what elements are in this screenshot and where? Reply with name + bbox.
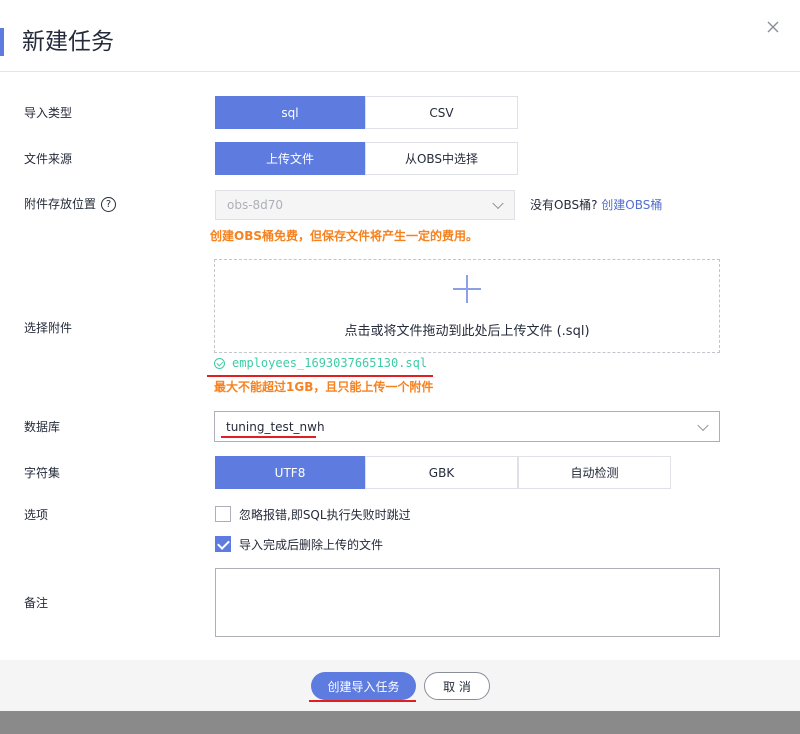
database-underline-annotation <box>221 436 316 438</box>
remark-label: 备注 <box>24 596 49 610</box>
ignore-errors-label[interactable]: 忽略报错,即SQL执行失败时跳过 <box>239 507 411 523</box>
help-icon[interactable]: ? <box>101 197 117 212</box>
import-type-label: 导入类型 <box>24 106 73 120</box>
dialog-title: 新建任务 <box>22 29 114 55</box>
plus-icon <box>453 288 481 290</box>
uploaded-file-name: employees_1693037665130.sql <box>232 356 428 370</box>
file-underline-annotation <box>207 375 433 377</box>
remark-textarea[interactable] <box>215 568 720 637</box>
chevron-down-icon <box>697 419 709 431</box>
upload-drop-zone[interactable]: 点击或将文件拖动到此处后上传文件 (.sql) <box>214 259 720 353</box>
file-source-option-upload[interactable]: 上传文件 <box>215 142 365 175</box>
ignore-errors-checkbox[interactable] <box>215 506 231 522</box>
storage-location-label-text: 附件存放位置 <box>24 197 97 211</box>
charset-option-auto-detect[interactable]: 自动检测 <box>518 456 671 489</box>
charset-option-utf8[interactable]: UTF8 <box>215 456 365 489</box>
attachment-size-notice: 最大不能超过1GB，且只能上传一个附件 <box>214 380 434 394</box>
file-source-option-obs[interactable]: 从OBS中选择 <box>365 142 518 175</box>
database-value: tuning_test_nwh <box>226 419 325 434</box>
cancel-button[interactable]: 取 消 <box>424 672 490 700</box>
delete-after-import-checkbox[interactable] <box>215 536 231 552</box>
check-circle-icon <box>214 357 225 369</box>
delete-after-import-label[interactable]: 导入完成后删除上传的文件 <box>239 537 383 553</box>
import-type-option-csv[interactable]: CSV <box>365 96 518 129</box>
uploaded-file-item: employees_1693037665130.sql <box>214 356 427 370</box>
storage-bucket-select: obs-8d70 <box>215 190 515 220</box>
chevron-down-icon <box>492 197 504 210</box>
new-task-dialog: 新建任务 导入类型 sql CSV 文件来源 上传文件 从OBS中选择 附件存放… <box>0 0 800 711</box>
no-bucket-hint: 没有OBS桶? 创建OBS桶 <box>530 197 662 213</box>
create-import-task-button[interactable]: 创建导入任务 <box>311 672 416 700</box>
options-label: 选项 <box>24 508 49 522</box>
header-accent-bar <box>0 28 4 56</box>
dialog-header: 新建任务 <box>0 0 800 72</box>
dialog-footer: 创建导入任务 取 消 <box>0 660 800 711</box>
file-source-label: 文件来源 <box>24 152 73 166</box>
no-bucket-text: 没有OBS桶? <box>530 198 598 212</box>
database-label: 数据库 <box>24 420 61 434</box>
charset-option-gbk[interactable]: GBK <box>365 456 518 489</box>
attachment-label: 选择附件 <box>24 321 73 335</box>
storage-cost-notice: 创建OBS桶免费，但保存文件将产生一定的费用。 <box>210 229 478 243</box>
storage-location-label: 附件存放位置? <box>24 196 117 212</box>
storage-bucket-value: obs-8d70 <box>227 198 284 212</box>
upload-drop-text: 点击或将文件拖动到此处后上传文件 (.sql) <box>344 324 590 339</box>
close-icon[interactable] <box>764 18 782 36</box>
import-type-option-sql[interactable]: sql <box>215 96 365 129</box>
charset-label: 字符集 <box>24 466 61 480</box>
create-obs-bucket-link[interactable]: 创建OBS桶 <box>601 198 662 212</box>
submit-underline-annotation <box>309 700 416 702</box>
